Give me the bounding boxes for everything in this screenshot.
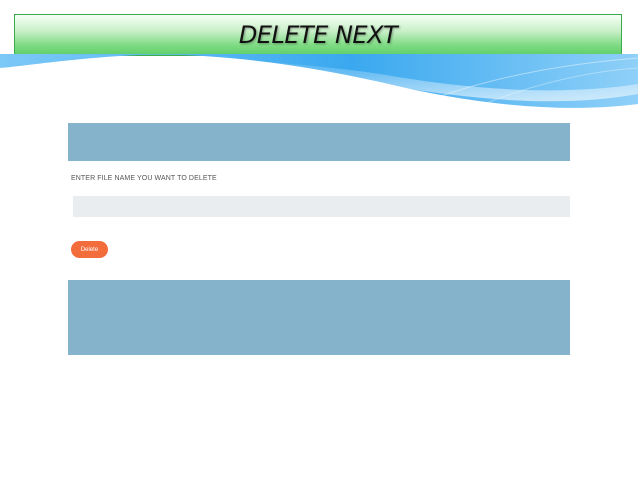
file-name-label: ENTER FILE NAME YOU WANT TO DELETE	[71, 175, 217, 182]
title-banner: DELETE NEXT	[14, 14, 622, 56]
decorative-wave	[0, 54, 638, 111]
top-banner-band	[68, 123, 570, 161]
delete-button[interactable]: Delete	[71, 241, 108, 258]
page-title: DELETE NEXT	[238, 21, 398, 49]
file-name-input[interactable]	[73, 196, 570, 217]
bottom-banner-band	[68, 280, 570, 355]
